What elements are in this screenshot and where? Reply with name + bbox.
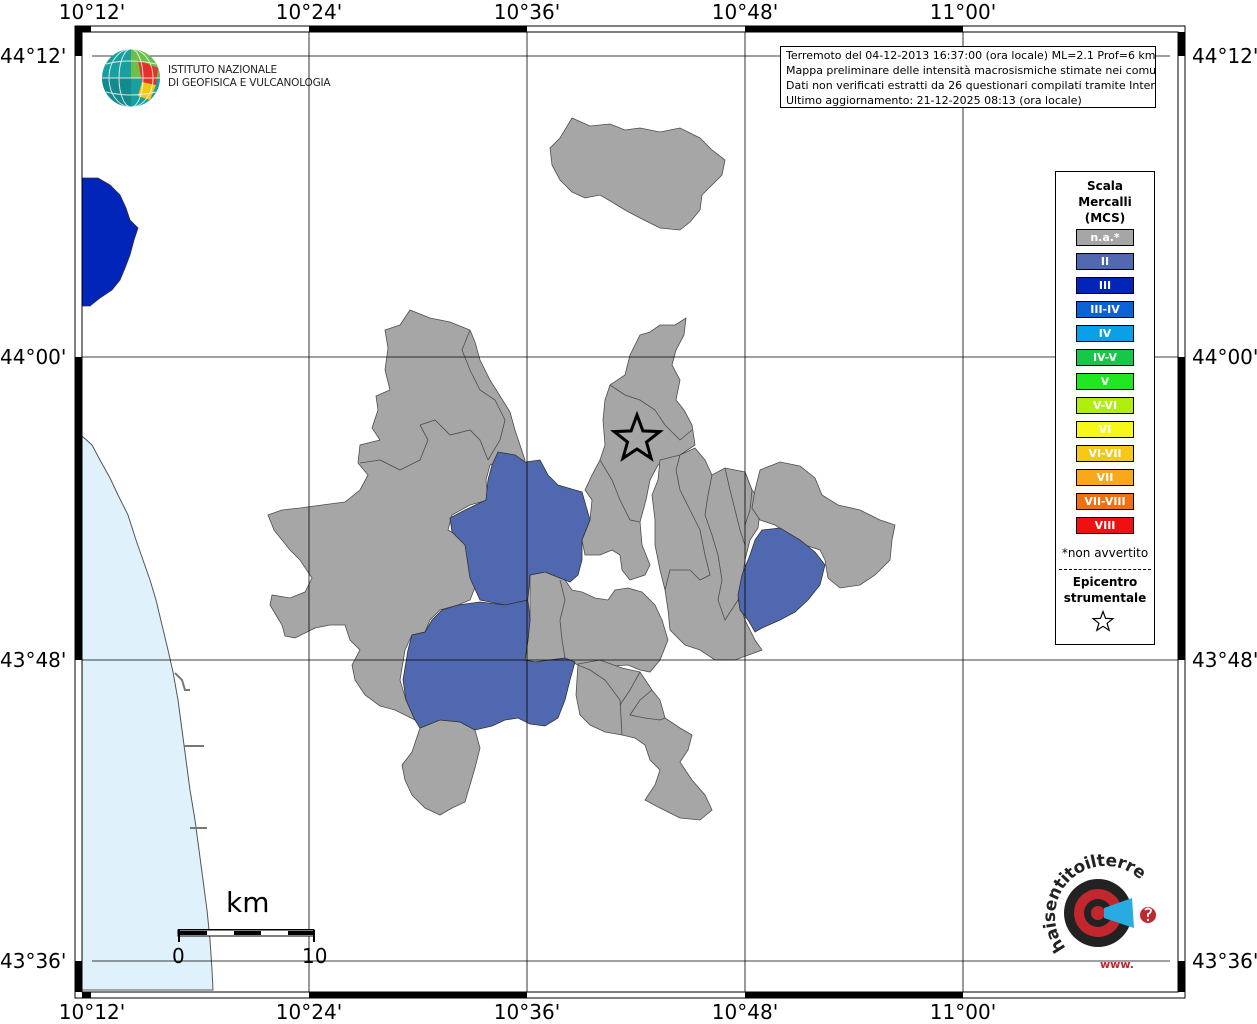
scale-end-label: 10 [302,944,328,968]
sea [81,434,214,991]
ingv-name-line2: DI GEOFISICA E VULCANOLOGIA [168,77,331,89]
legend-swatch: VI [1076,421,1134,438]
lat-label-right-1: 44°12' [1192,44,1257,68]
lon-label-top-2: 10°24' [275,0,343,24]
event-info-line2: Mappa preliminare delle intensità macros… [786,64,1156,77]
haisentito-logo-icon [1064,879,1156,947]
lon-label-top-3: 10°36' [493,0,561,24]
legend-title: Scala Mercalli (MCS) [1056,178,1154,226]
legend-title-line3: (MCS) [1084,211,1126,225]
legend-swatch: V-VI [1076,397,1134,414]
legend-separator [1059,569,1151,570]
lat-label-right-4: 43°36' [1192,949,1257,973]
lat-label-left-4: 43°36' [0,949,67,973]
mcs-legend: Scala Mercalli (MCS) n.a.* II III III-IV IV I… [1055,171,1155,645]
ingv-name-line1: ISTITUTO NAZIONALE [168,64,277,76]
lon-label-top-5: 11°00' [929,0,997,24]
lat-label-left-2: 44°00' [0,345,67,369]
legend-note: *non avvertito [1061,546,1149,560]
municipalities-not-felt [267,117,896,821]
legend-star-icon [1091,610,1115,632]
legend-swatch: II [1076,253,1134,270]
legend-epicenter-line1: Epicentro [1072,575,1138,589]
lon-label-top-1: 10°12' [58,0,126,24]
legend-swatch: VII [1076,469,1134,486]
lon-label-bottom-2: 10°24' [275,1000,343,1024]
lon-label-bottom-3: 10°36' [493,1000,561,1024]
lon-label-bottom-4: 10°48' [711,1000,779,1024]
legend-swatch: VIII [1076,517,1134,534]
lat-label-right-2: 44°00' [1192,345,1257,369]
ingv-logo-icon [102,48,160,108]
scale-unit-label: km [226,886,270,919]
map-frame: haisentitoilterremoto.it www. 10°12' 10°… [0,0,1257,1024]
legend-swatch: V [1076,373,1134,390]
region-intensity-iii [81,177,139,307]
legend-swatch: n.a.* [1076,229,1134,246]
legend-title-line1: Scala [1086,179,1124,193]
legend-swatch: VII-VIII [1076,493,1134,510]
legend-swatch: IV-V [1076,349,1134,366]
legend-swatch: VI-VII [1076,445,1134,462]
legend-swatch: III [1076,277,1134,294]
legend-title-line2: Mercalli [1078,195,1132,209]
legend-epicenter: Epicentro strumentale [1056,574,1154,606]
legend-epicenter-line2: strumentale [1063,591,1147,605]
event-info-box: Terremoto del 04-12-2013 16:37:00 (ora l… [780,46,1156,108]
event-info-line1: Terremoto del 04-12-2013 16:37:00 (ora l… [786,49,1156,62]
lat-label-right-3: 43°48' [1192,648,1257,672]
lat-label-left-1: 44°12' [0,44,67,68]
lat-label-left-3: 43°48' [0,648,67,672]
event-info-line4: Ultimo aggiornamento: 21-12-2025 08:13 (… [786,94,1082,107]
ingv-name: ISTITUTO NAZIONALE DI GEOFISICA E VULCAN… [168,64,331,90]
scale-start-label: 0 [172,944,185,968]
lon-label-bottom-5: 11°00' [929,1000,997,1024]
lon-label-top-4: 10°48' [711,0,779,24]
haisentito-www: www. [1100,958,1134,971]
legend-swatch: III-IV [1076,301,1134,318]
lon-label-bottom-1: 10°12' [58,1000,126,1024]
legend-swatch: IV [1076,325,1134,342]
event-info-line3: Dati non verificati estratti da 26 quest… [786,79,1156,92]
